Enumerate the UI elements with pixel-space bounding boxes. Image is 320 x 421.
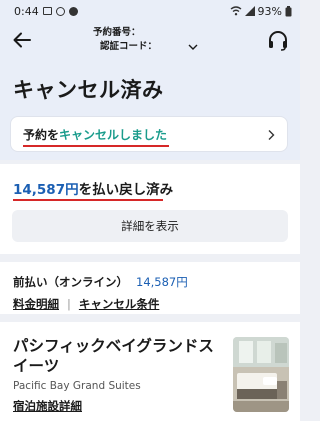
- payment-amount: 14,587円: [136, 275, 188, 289]
- status-prefix: 予約を: [23, 127, 60, 142]
- cancellation-status-text: 予約をキャンセルしました: [23, 126, 170, 147]
- back-button[interactable]: [10, 29, 34, 51]
- battery-level: 93%: [257, 4, 282, 18]
- payment-line: 前払い（オンライン） 14,587円: [13, 274, 188, 290]
- title-section: キャンセル済み 予約をキャンセルしました: [0, 60, 300, 160]
- battery-icon: [285, 5, 292, 16]
- sync-icon: [55, 6, 65, 16]
- refund-summary: 14,587円 を払い戻し済み: [13, 178, 173, 198]
- do-not-disturb-icon: [68, 6, 78, 16]
- booking-number-label: 予約番号：: [93, 27, 141, 38]
- cancellation-policy-link[interactable]: キャンセル条件: [79, 296, 160, 312]
- chevron-down-icon: [188, 44, 198, 50]
- refund-highlight-underline: [13, 199, 163, 201]
- chevron-right-icon: [268, 130, 275, 140]
- link-separator: |: [67, 297, 71, 311]
- support-button[interactable]: [266, 29, 290, 53]
- wifi-icon: [230, 6, 241, 16]
- payment-method: 前払い（オンライン）: [13, 275, 128, 289]
- page-title: キャンセル済み: [13, 78, 164, 102]
- status-highlight-underline: [23, 144, 170, 147]
- image-icon: [42, 7, 52, 15]
- hotel-photo[interactable]: [233, 337, 289, 412]
- headset-icon: [269, 31, 287, 51]
- arrow-left-icon: [13, 32, 31, 48]
- payment-section: 前払い（オンライン） 14,587円 料金明細 | キャンセル条件: [0, 254, 300, 314]
- refund-suffix: を払い戻し済み: [78, 182, 174, 198]
- cancellation-status-card[interactable]: 予約をキャンセルしました: [10, 116, 288, 152]
- hotel-card: パシフィックベイグランドスイーツ Pacific Bay Grand Suite…: [0, 322, 300, 421]
- signal-icon: [244, 6, 255, 16]
- hotel-name-en: Pacific Bay Grand Suites: [13, 380, 141, 392]
- auth-code-label: 認証コード：: [100, 41, 158, 52]
- property-details-link[interactable]: 宿泊施設詳細: [13, 398, 82, 414]
- booking-info[interactable]: 予約番号： 認証コード：: [93, 26, 199, 54]
- hotel-room-image: [233, 337, 289, 412]
- refund-amount: 14,587円: [13, 182, 79, 198]
- status-bar: 0:44 93%: [0, 0, 300, 22]
- show-details-button[interactable]: 詳細を表示: [12, 210, 288, 242]
- payment-links: 料金明細 | キャンセル条件: [13, 296, 159, 312]
- refund-card: 14,587円 を払い戻し済み 詳細を表示: [0, 164, 300, 254]
- status-time: 0:44: [14, 4, 39, 18]
- app-header: 予約番号： 認証コード：: [0, 22, 300, 60]
- price-breakdown-link[interactable]: 料金明細: [13, 296, 59, 312]
- status-accent: キャンセルしました: [59, 127, 168, 142]
- hotel-name: パシフィックベイグランドスイーツ: [13, 337, 214, 375]
